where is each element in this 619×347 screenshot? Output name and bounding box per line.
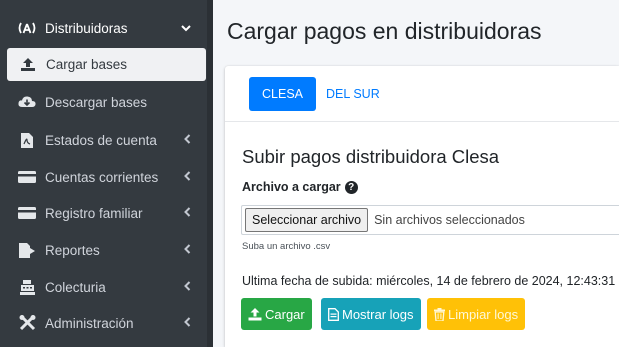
sidebar-item-registro-familiar[interactable]: Registro familiar: [0, 195, 213, 231]
card-icon: [18, 205, 36, 221]
file-field-label: Archivo a cargar ?: [242, 180, 358, 194]
card-icon: [18, 169, 36, 185]
sidebar-item-administracion[interactable]: Administración: [0, 305, 213, 341]
upload-card: CLESA DEL SUR Subir pagos distribuidora …: [225, 66, 619, 347]
upload-icon: [19, 57, 37, 73]
file-field-label-text: Archivo a cargar: [242, 180, 341, 194]
tools-icon: [18, 315, 36, 331]
sidebar-item-cuentas-corrientes[interactable]: Cuentas corrientes: [0, 159, 213, 195]
clear-logs-button[interactable]: Limpiar logs: [427, 298, 526, 330]
sidebar-item-colecturia[interactable]: Colecturia: [0, 269, 213, 305]
file-pdf-icon: [18, 132, 36, 148]
upload-button-label: Cargar: [265, 306, 305, 322]
file-text-icon: [328, 307, 339, 321]
file-input[interactable]: Seleccionar archivo Sin archivos selecci…: [241, 205, 619, 235]
sidebar-item-distribuidoras[interactable]: Distribuidoras: [0, 10, 213, 46]
sidebar-item-descargar-bases[interactable]: Descargar bases: [0, 84, 213, 120]
distribuidora-tabs: CLESA DEL SUR: [225, 66, 619, 122]
sidebar-item-cargar-bases[interactable]: Cargar bases: [7, 48, 206, 81]
broadcast-icon: [18, 20, 36, 36]
sidebar-item-label: Reportes: [45, 242, 100, 258]
page-title: Cargar pagos en distribuidoras: [227, 18, 542, 44]
last-upload-date: Ultima fecha de subida: miércoles, 14 de…: [242, 274, 616, 288]
trash-icon: [434, 307, 445, 321]
chevron-down-icon: [181, 21, 191, 35]
sidebar-item-label: Estados de cuenta: [45, 132, 157, 148]
section-title: Subir pagos distribuidora Clesa: [242, 146, 500, 167]
chevron-left-icon: [184, 280, 191, 294]
sidebar: Distribuidoras Cargar bases Descargar ba…: [0, 0, 213, 347]
tab-del-sur[interactable]: DEL SUR: [313, 77, 393, 111]
sidebar-item-reportes[interactable]: Reportes: [0, 232, 213, 268]
question-circle-icon[interactable]: ?: [344, 180, 358, 194]
file-export-icon: [18, 242, 36, 258]
cash-register-icon: [18, 279, 36, 295]
sidebar-item-label: Registro familiar: [45, 205, 143, 221]
show-logs-button[interactable]: Mostrar logs: [321, 298, 421, 330]
sidebar-item-label: Administración: [45, 315, 134, 331]
sidebar-item-label: Cuentas corrientes: [45, 169, 159, 185]
cloud-download-icon: [18, 94, 36, 110]
upload-icon: [248, 307, 262, 321]
main-content: Cargar pagos en distribuidoras CLESA DEL…: [213, 0, 619, 347]
clear-logs-button-label: Limpiar logs: [448, 306, 519, 322]
chevron-left-icon: [184, 316, 191, 330]
upload-button[interactable]: Cargar: [241, 298, 312, 330]
file-help-text: Suba un archivo .csv: [242, 241, 331, 252]
chevron-left-icon: [184, 133, 191, 147]
sidebar-item-label: Cargar bases: [46, 57, 128, 72]
file-status: Sin archivos seleccionados: [374, 213, 525, 227]
show-logs-button-label: Mostrar logs: [342, 306, 414, 322]
sidebar-item-estados-de-cuenta[interactable]: Estados de cuenta: [0, 122, 213, 158]
select-file-button[interactable]: Seleccionar archivo: [245, 208, 369, 232]
tab-clesa[interactable]: CLESA: [249, 77, 316, 111]
sidebar-item-label: Colecturia: [45, 279, 106, 295]
chevron-left-icon: [184, 170, 191, 184]
sidebar-item-label: Descargar bases: [45, 94, 148, 110]
chevron-left-icon: [184, 206, 191, 220]
chevron-left-icon: [184, 243, 191, 257]
sidebar-item-label: Distribuidoras: [45, 20, 128, 36]
